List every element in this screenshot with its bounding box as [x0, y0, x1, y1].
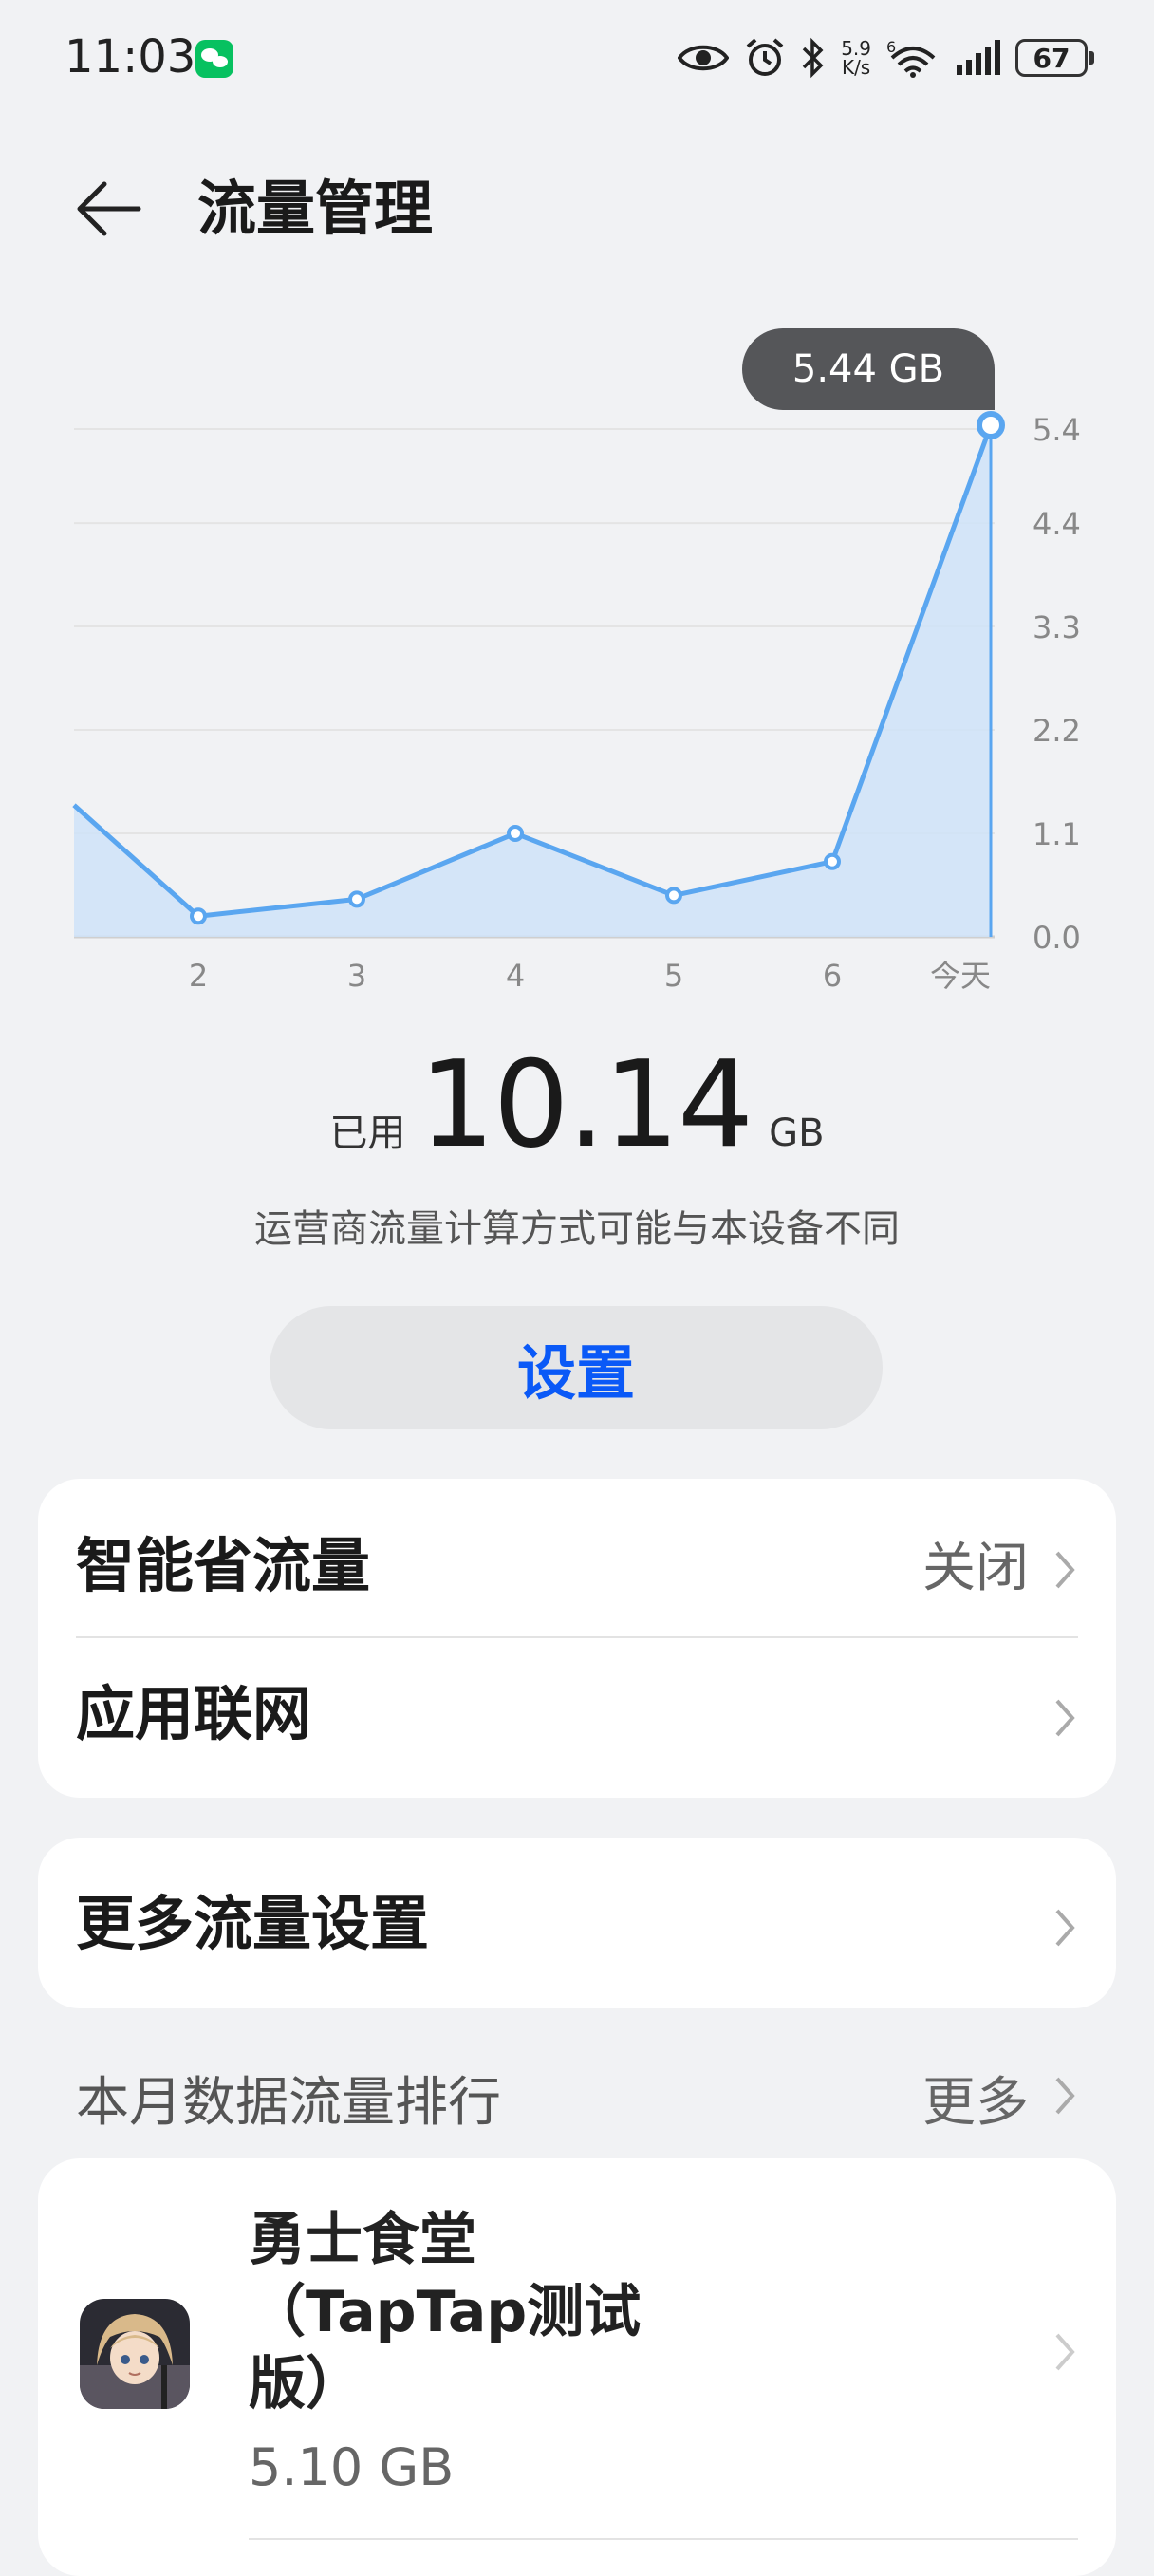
wechat-notification-icon — [195, 40, 233, 78]
ranking-more-link[interactable]: 更多 — [922, 2060, 1029, 2137]
ranking-card: 勇士食堂 （TapTap测试 版） 5.10 GB — [38, 2158, 1116, 2576]
smart-data-saver-row[interactable]: 智能省流量 关闭 — [38, 1494, 1116, 1636]
y-tick-label: 2.2 — [1033, 713, 1081, 749]
settings-button[interactable]: 设置 — [270, 1306, 883, 1429]
x-tick-label: 今天 — [930, 958, 991, 994]
bluetooth-icon — [802, 37, 824, 79]
carrier-note: 运营商流量计算方式可能与本设备不同 — [254, 1207, 900, 1251]
status-bar: 11:03 5.9 K/s 6 67 — [0, 0, 1154, 114]
app-header: 流量管理 — [0, 152, 1154, 256]
data-point — [507, 825, 524, 843]
x-tick-label: 3 — [347, 958, 366, 994]
page-title: 流量管理 — [197, 174, 434, 243]
used-value: 10.14 — [419, 1035, 754, 1174]
network-speed: 5.9 K/s — [841, 37, 871, 79]
back-arrow-icon[interactable] — [72, 171, 148, 247]
battery-icon: 67 — [1015, 39, 1094, 77]
y-tick-label: 5.4 — [1033, 412, 1081, 448]
used-unit: GB — [769, 1111, 825, 1155]
chevron-right-icon — [1055, 2333, 1075, 2371]
area-fill — [74, 425, 991, 937]
alarm-icon — [746, 38, 784, 76]
svg-text:6: 6 — [886, 38, 896, 56]
smart-data-saver-status: 关闭 — [922, 1538, 1029, 1599]
status-icons: 5.9 K/s 6 67 — [678, 32, 1094, 84]
app-network-row[interactable]: 应用联网 — [38, 1642, 1116, 1784]
data-point — [348, 890, 365, 908]
x-tick-label: 5 — [664, 958, 683, 994]
status-time: 11:03 — [65, 30, 196, 84]
more-data-settings-label: 更多流量设置 — [76, 1889, 430, 1958]
app-icon — [80, 2299, 190, 2409]
chevron-right-icon — [1055, 1699, 1075, 1737]
y-tick-label: 3.3 — [1033, 609, 1081, 645]
chart-tooltip: 5.44 GB — [742, 328, 995, 410]
x-tick-label: 4 — [506, 958, 525, 994]
ranking-title: 本月数据流量排行 — [76, 2072, 501, 2134]
y-tick-label: 4.4 — [1033, 506, 1081, 542]
chevron-right-icon — [1055, 1909, 1075, 1947]
data-point — [824, 852, 841, 870]
signal-icon — [957, 40, 1000, 75]
x-tick-label: 6 — [823, 958, 842, 994]
more-data-settings-row[interactable]: 更多流量设置 — [38, 1852, 1116, 1994]
more-settings-card: 更多流量设置 — [38, 1838, 1116, 2008]
x-tick-label: 2 — [189, 958, 208, 994]
usage-summary: 已用 10.14 GB — [0, 1035, 1154, 1174]
chevron-right-icon[interactable] — [1052, 2075, 1078, 2117]
smart-data-saver-label: 智能省流量 — [76, 1531, 371, 1600]
used-label: 已用 — [329, 1111, 406, 1155]
y-tick-label: 0.0 — [1033, 920, 1081, 956]
y-tick-label: 1.1 — [1033, 816, 1081, 852]
app-network-label: 应用联网 — [76, 1679, 312, 1748]
data-point — [977, 411, 1005, 440]
data-point — [190, 907, 207, 925]
data-point — [665, 887, 682, 905]
usage-chart: 0.0 1.1 2.2 3.3 4.4 5.4 2 3 4 5 6 今天 — [72, 411, 1081, 994]
eye-icon — [678, 45, 730, 71]
divider — [76, 1636, 1078, 1638]
app-usage-item[interactable]: 勇士食堂 （TapTap测试 版） 5.10 GB — [38, 2158, 1116, 2576]
app-data-usage: 5.10 GB — [249, 2437, 455, 2497]
app-name: 勇士食堂 （TapTap测试 版） — [249, 2207, 642, 2417]
data-settings-card: 智能省流量 关闭 应用联网 — [38, 1479, 1116, 1798]
wifi-6-icon: 6 — [886, 38, 936, 78]
chevron-right-icon — [1055, 1551, 1075, 1589]
divider — [249, 2538, 1078, 2540]
